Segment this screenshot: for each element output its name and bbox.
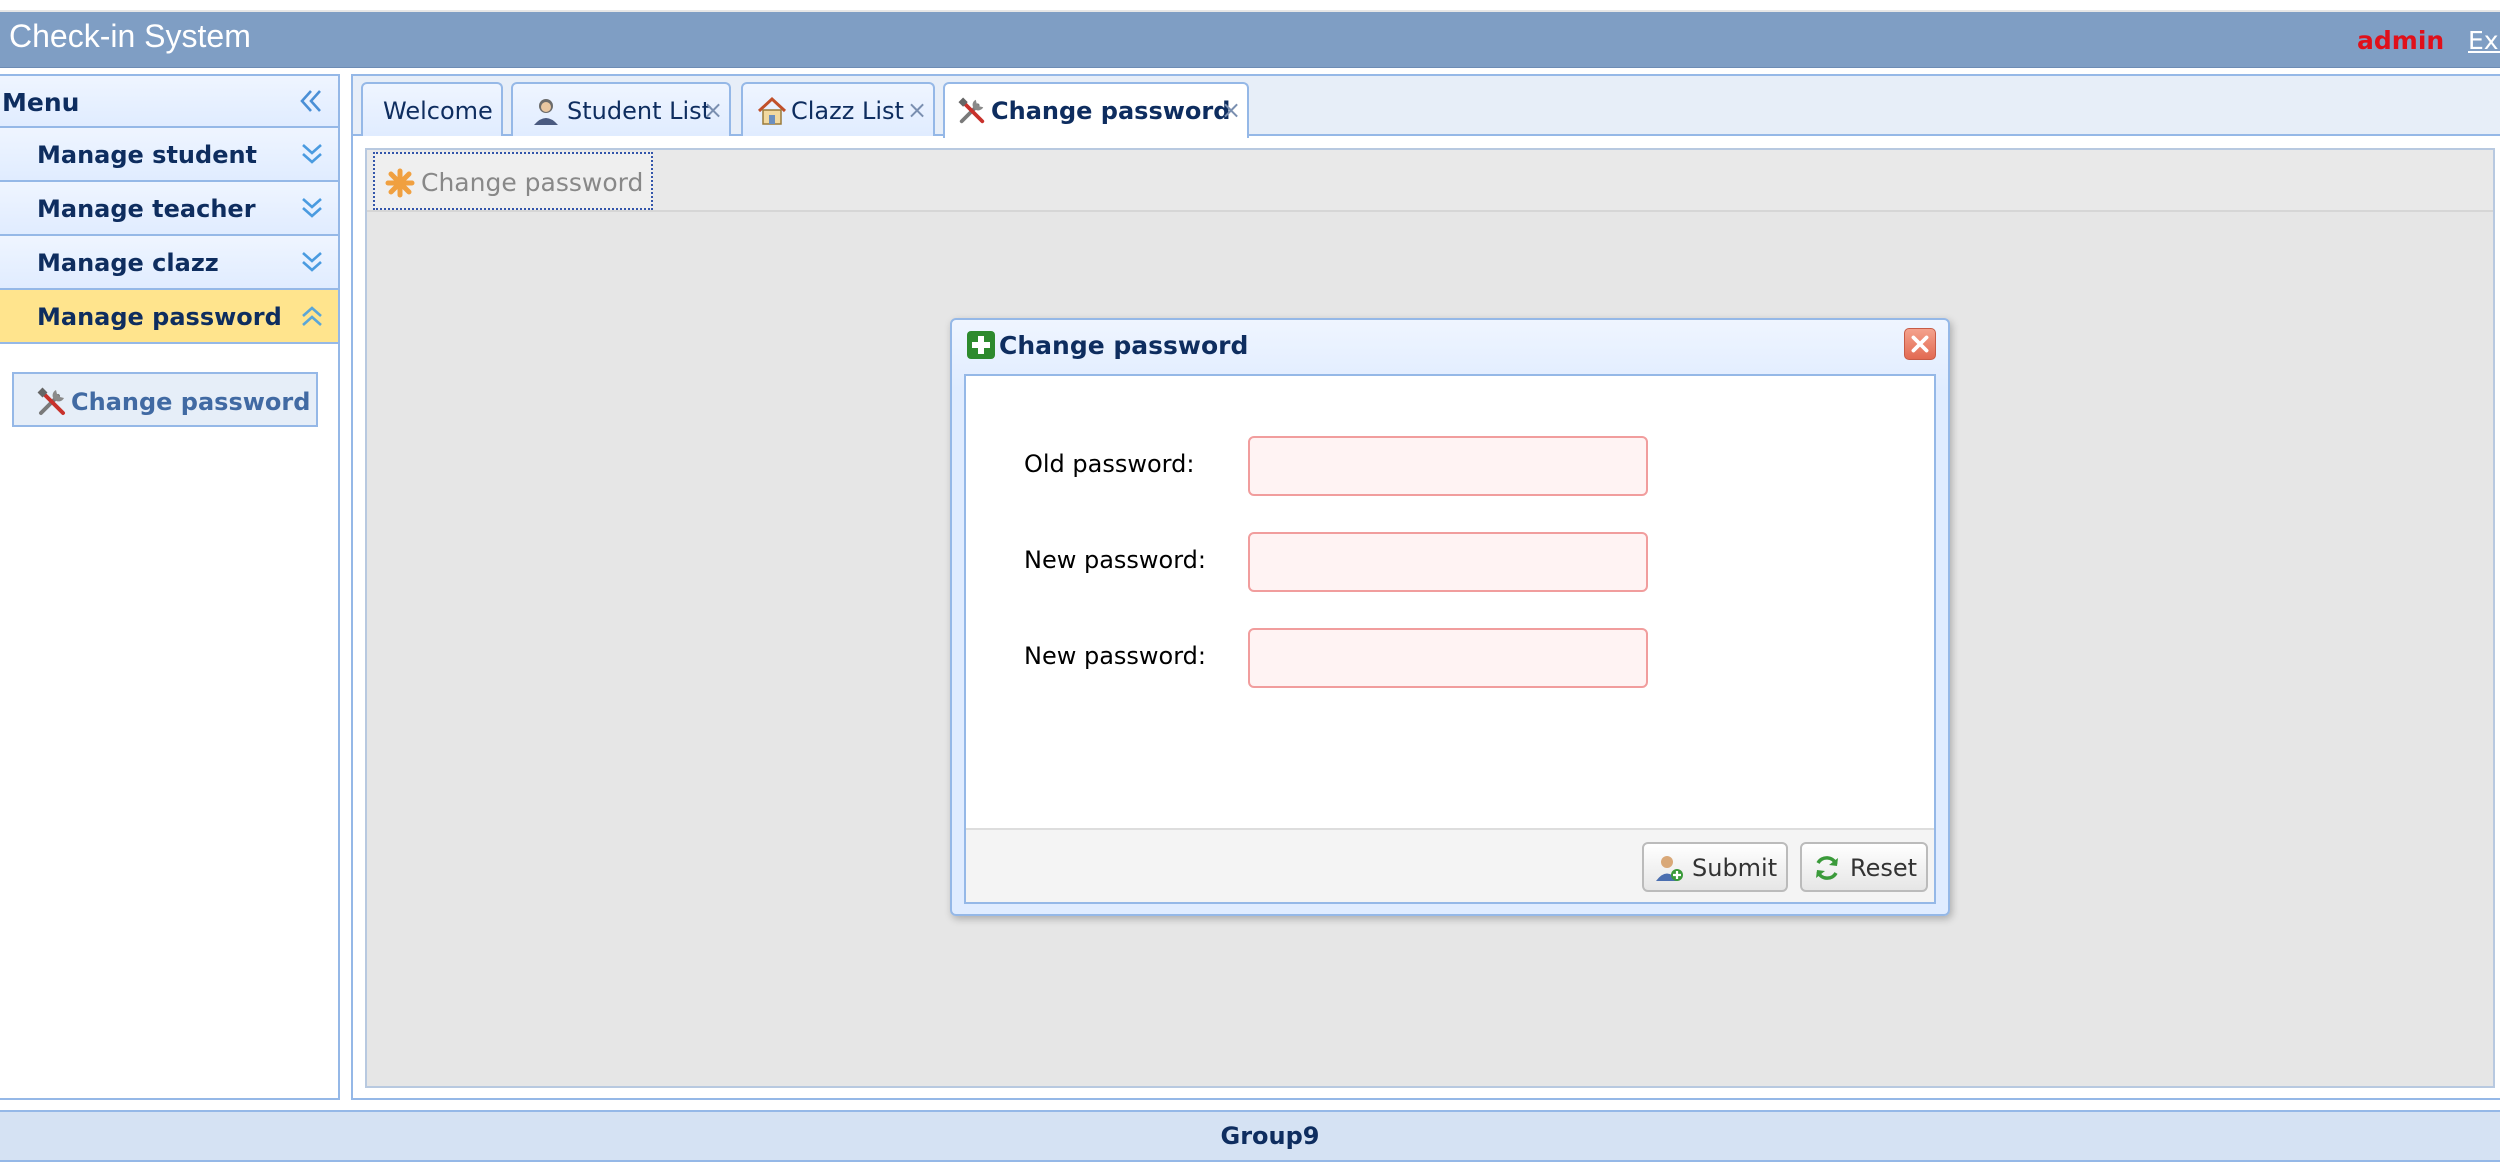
inner-tab-change-password[interactable]: Change password (373, 152, 653, 210)
double-chevron-down-icon[interactable] (300, 194, 324, 222)
tab-close-icon[interactable]: × (703, 96, 723, 124)
app-header: Check-in System admin Exi (0, 12, 2500, 68)
tools-icon (37, 387, 65, 415)
tab-label: Welcome (383, 97, 493, 125)
tab-label: Change password (991, 97, 1231, 125)
dialog-footer: Submit Reset (966, 828, 1934, 902)
double-chevron-down-icon[interactable] (300, 248, 324, 276)
double-chevron-up-icon[interactable] (300, 302, 324, 330)
tab-student-list[interactable]: Student List × (511, 82, 731, 136)
tab-change-password[interactable]: Change password × (943, 82, 1249, 138)
new-password-input[interactable] (1248, 532, 1648, 592)
sidebar: Menu Manage student Manage teacher Manag… (0, 74, 340, 1100)
sidebar-item-label: Manage teacher (37, 195, 256, 223)
sidebar-item-manage-teacher[interactable]: Manage teacher (0, 182, 338, 236)
change-password-link[interactable]: Change password (12, 372, 318, 427)
sidebar-item-label: Manage student (37, 141, 258, 169)
change-password-link-label: Change password (71, 388, 311, 416)
double-chevron-down-icon[interactable] (300, 140, 324, 168)
top-strip (0, 0, 2500, 12)
app-footer: Group9 (0, 1110, 2500, 1162)
submit-label: Submit (1692, 854, 1778, 882)
current-user: admin (2357, 26, 2445, 55)
reset-label: Reset (1850, 854, 1918, 882)
change-password-dialog: Change password Old password: New passwo… (950, 318, 1950, 916)
sidebar-item-manage-student[interactable]: Manage student (0, 128, 338, 182)
tab-label: Student List (567, 97, 712, 125)
reset-button[interactable]: Reset (1800, 842, 1928, 892)
menu-title: Menu (2, 88, 80, 117)
user-add-icon (1656, 856, 1683, 881)
tab-clazz-list[interactable]: Clazz List × (741, 82, 935, 136)
app-title: Check-in System (9, 18, 251, 54)
tools-icon (958, 97, 985, 124)
inner-tab-label: Change password (421, 168, 644, 197)
student-icon (534, 99, 558, 125)
tab-close-icon[interactable]: × (1221, 96, 1241, 124)
asterisk-icon (385, 168, 415, 198)
sidebar-item-manage-clazz[interactable]: Manage clazz (0, 236, 338, 290)
dialog-title: Change password (999, 331, 1249, 360)
old-password-label: Old password: (1024, 450, 1195, 478)
confirm-password-input[interactable] (1248, 628, 1648, 688)
tab-bar: Welcome Student List × Clazz List × Chan… (353, 76, 2500, 138)
inner-tab-bar: Change password (367, 150, 2493, 212)
footer-label: Group9 (1220, 1122, 1320, 1150)
menu-header: Menu (0, 76, 338, 128)
new-password-label: New password: (1024, 546, 1207, 574)
old-password-input[interactable] (1248, 436, 1648, 496)
exit-link[interactable]: Exi (2468, 26, 2500, 55)
tab-label: Clazz List (791, 97, 904, 125)
submit-button[interactable]: Submit (1642, 842, 1788, 892)
sidebar-item-label: Manage clazz (37, 249, 219, 277)
tab-close-icon[interactable]: × (907, 96, 927, 124)
tab-welcome[interactable]: Welcome (361, 82, 503, 136)
sidebar-item-manage-password[interactable]: Manage password (0, 290, 338, 344)
sidebar-item-label: Manage password (37, 303, 282, 331)
close-icon[interactable] (1904, 328, 1936, 360)
add-icon (967, 331, 995, 359)
house-icon (757, 96, 787, 125)
refresh-icon (1816, 856, 1838, 880)
double-chevron-left-icon[interactable] (298, 86, 324, 116)
confirm-password-label: New password: (1024, 642, 1207, 670)
dialog-body: Old password: New password: New password… (964, 374, 1936, 904)
